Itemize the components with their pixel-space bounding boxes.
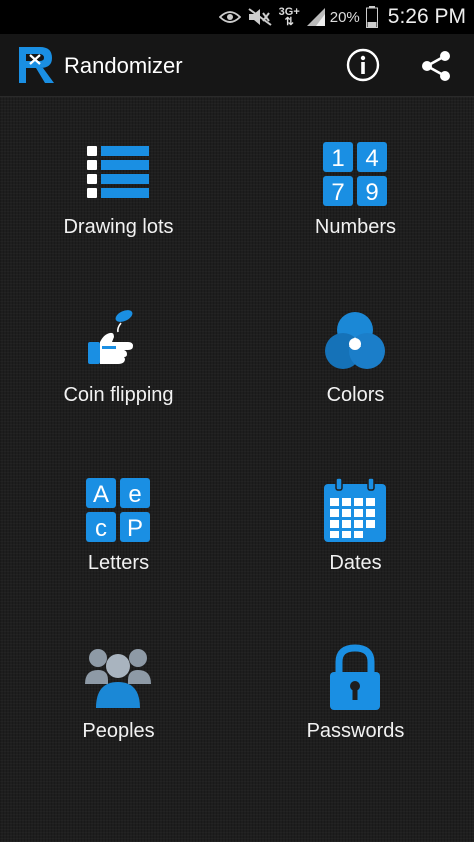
menu-item-letters[interactable]: A e c P Letters: [0, 432, 237, 600]
menu-item-passwords[interactable]: Passwords: [237, 600, 474, 768]
info-button[interactable]: [344, 46, 382, 84]
coin-flip-icon: [88, 310, 133, 364]
number-digit: 4: [365, 145, 378, 172]
network-type: 3G+: [278, 6, 300, 18]
number-digit: 7: [331, 179, 344, 206]
menu-item-colors[interactable]: Colors: [237, 264, 474, 432]
color-circles-icon: [325, 312, 385, 369]
list-icon: [87, 146, 149, 198]
eye-icon: [218, 10, 241, 24]
share-icon: [422, 51, 450, 81]
menu-label-dates: Dates: [329, 552, 382, 574]
letter-glyph: e: [128, 481, 141, 508]
menu-label-drawing-lots: Drawing lots: [63, 216, 174, 238]
app-logo: [16, 44, 58, 86]
action-bar: Randomizer: [0, 34, 474, 97]
mute-icon: [247, 7, 273, 27]
status-bar: 3G+ ⇅ 20% 5:26 PM: [0, 0, 474, 34]
info-icon: [346, 48, 380, 82]
app-title: Randomizer: [64, 53, 183, 78]
letter-glyph: c: [95, 515, 107, 542]
menu-item-dates[interactable]: Dates: [237, 432, 474, 600]
menu-item-peoples[interactable]: Peoples: [0, 600, 237, 768]
network-arrows-icon: 3G+ ⇅: [278, 6, 300, 28]
share-button[interactable]: [418, 48, 454, 84]
menu-item-coin-flipping[interactable]: Coin flipping: [0, 264, 237, 432]
menu-label-colors: Colors: [326, 384, 385, 406]
letter-glyph: A: [93, 481, 109, 508]
lock-icon: [330, 644, 380, 710]
menu-item-numbers[interactable]: 1 4 7 9 Numbers: [237, 96, 474, 264]
number-digit: 9: [365, 179, 378, 206]
numbers-icon: 1 4 7 9: [323, 142, 387, 206]
signal-icon: [306, 7, 326, 27]
battery-icon: [365, 6, 378, 28]
clock: 5:26 PM: [387, 5, 466, 28]
calendar-icon: [324, 477, 386, 542]
people-icon: [85, 649, 151, 708]
menu-grid: Drawing lots 1 4 7 9 Numbers Coin flippi…: [0, 96, 474, 842]
menu-label-passwords: Passwords: [306, 720, 405, 742]
letters-icon: A e c P: [86, 478, 150, 542]
menu-label-numbers: Numbers: [314, 216, 397, 238]
menu-label-letters: Letters: [87, 552, 150, 574]
letter-glyph: P: [127, 515, 143, 542]
menu-label-coin-flipping: Coin flipping: [63, 384, 174, 406]
number-digit: 1: [331, 145, 344, 172]
menu-label-peoples: Peoples: [82, 720, 155, 742]
menu-item-drawing-lots[interactable]: Drawing lots: [0, 96, 237, 264]
battery-percent: 20%: [329, 8, 360, 26]
